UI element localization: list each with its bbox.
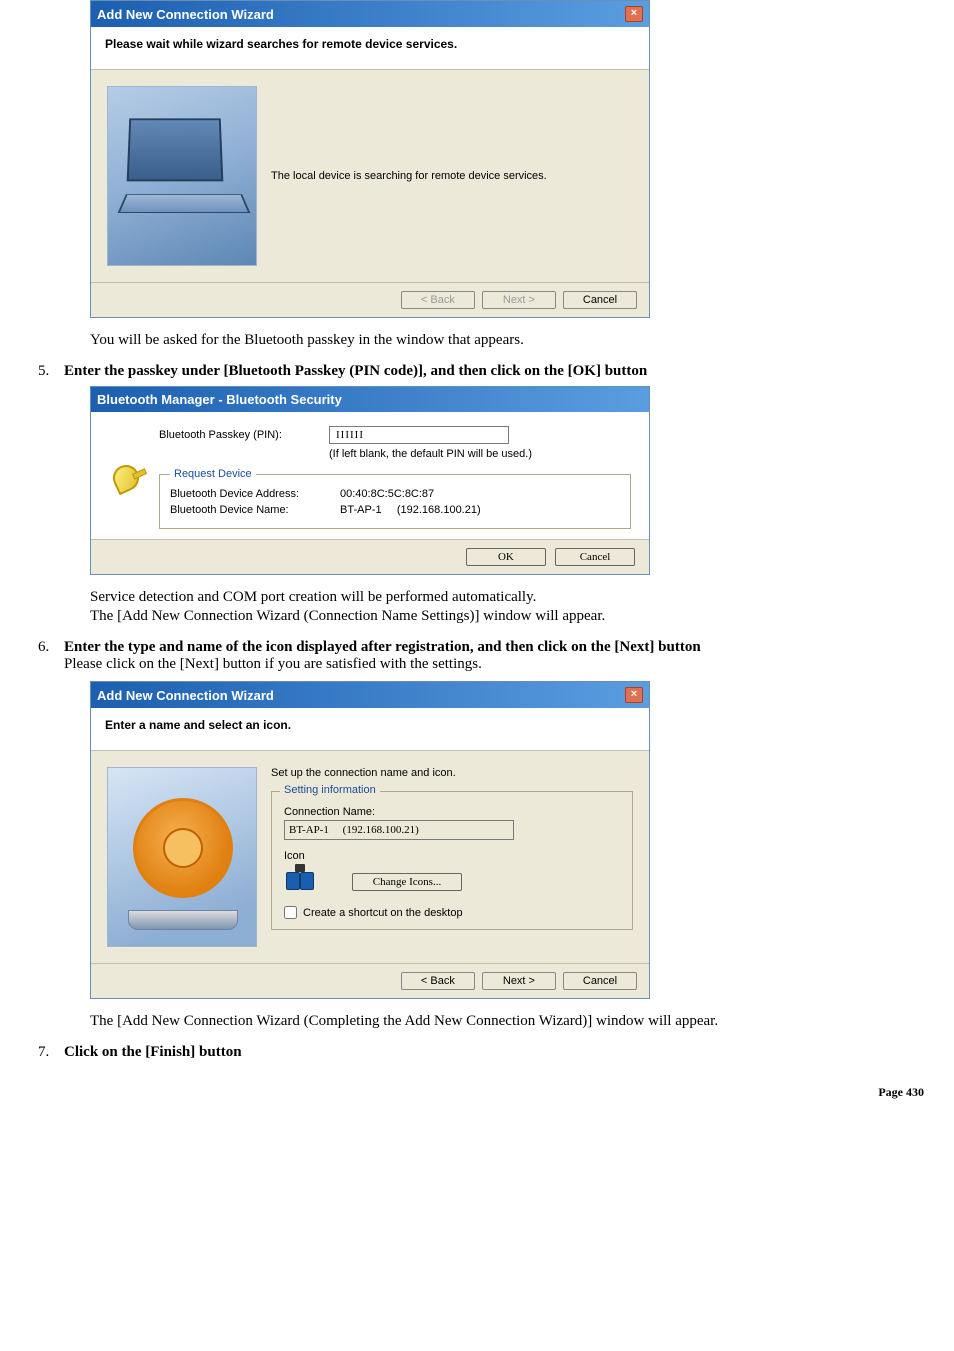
- setting-legend: Setting information: [280, 784, 380, 796]
- device-address-label: Bluetooth Device Address:: [170, 488, 340, 500]
- request-device-group: Request Device Bluetooth Device Address:…: [159, 468, 631, 529]
- paragraph: Service detection and COM port creation …: [90, 589, 924, 606]
- device-address-value: 00:40:8C:5C:8C:87: [340, 488, 434, 500]
- ok-button[interactable]: OK: [466, 548, 546, 566]
- close-icon[interactable]: ×: [625, 6, 643, 22]
- passkey-hint: (If left blank, the default PIN will be …: [329, 448, 631, 460]
- connection-icon: [284, 868, 318, 896]
- back-button[interactable]: < Back: [401, 972, 475, 990]
- shortcut-checkbox-row[interactable]: Create a shortcut on the desktop: [284, 906, 620, 919]
- key-icon: [109, 459, 149, 499]
- search-status-text: The local device is searching for remote…: [271, 170, 547, 182]
- search-wizard-dialog: Add New Connection Wizard × Please wait …: [90, 0, 650, 318]
- device-name-value: BT-AP-1 (192.168.100.21): [340, 504, 481, 516]
- step-7: 7. Click on the [Finish] button: [38, 1044, 924, 1061]
- change-icons-button[interactable]: Change Icons...: [352, 873, 462, 891]
- connection-name-label: Connection Name:: [284, 806, 620, 818]
- passkey-input[interactable]: [329, 426, 509, 444]
- name-icon-wizard-dialog: Add New Connection Wizard × Enter a name…: [90, 681, 650, 999]
- dialog-footer: < Back Next > Cancel: [91, 963, 649, 998]
- security-footer: OK Cancel: [91, 539, 649, 574]
- device-name-label: Bluetooth Device Name:: [170, 504, 340, 516]
- paragraph: The [Add New Connection Wizard (Connecti…: [90, 608, 924, 625]
- dialog-subheader: Please wait while wizard searches for re…: [91, 27, 649, 70]
- speaker-illustration: [107, 767, 257, 947]
- connection-name-input[interactable]: [284, 820, 514, 840]
- request-device-legend: Request Device: [170, 468, 256, 480]
- security-title: Bluetooth Manager - Bluetooth Security: [97, 392, 342, 407]
- step-number: 7.: [38, 1044, 64, 1061]
- close-icon[interactable]: ×: [625, 687, 643, 703]
- dialog-title: Add New Connection Wizard: [97, 7, 274, 22]
- setting-information-group: Setting information Connection Name: Ico…: [271, 791, 633, 930]
- instruction-text: Set up the connection name and icon.: [271, 767, 633, 779]
- laptop-illustration: [107, 86, 257, 266]
- step-5: 5. Enter the passkey under [Bluetooth Pa…: [38, 363, 924, 380]
- search-header-text: Please wait while wizard searches for re…: [105, 37, 635, 51]
- step-6: 6. Enter the type and name of the icon d…: [38, 639, 924, 673]
- paragraph: The [Add New Connection Wizard (Completi…: [90, 1013, 924, 1030]
- step-6-bold: Enter the type and name of the icon disp…: [64, 639, 701, 655]
- cancel-button[interactable]: Cancel: [563, 291, 637, 309]
- bluetooth-security-dialog: Bluetooth Manager - Bluetooth Security B…: [90, 386, 650, 575]
- security-title-bar: Bluetooth Manager - Bluetooth Security: [91, 387, 649, 412]
- step-6-plain: Please click on the [Next] button if you…: [64, 656, 482, 672]
- shortcut-checkbox[interactable]: [284, 906, 297, 919]
- passkey-label: Bluetooth Passkey (PIN):: [159, 429, 329, 441]
- step-number: 5.: [38, 363, 64, 380]
- dialog-title-bar: Add New Connection Wizard ×: [91, 682, 649, 708]
- page-number: Page 430: [30, 1085, 924, 1100]
- next-button[interactable]: Next >: [482, 972, 556, 990]
- next-button: Next >: [482, 291, 556, 309]
- step-number: 6.: [38, 639, 64, 673]
- shortcut-label: Create a shortcut on the desktop: [303, 907, 463, 919]
- dialog-title: Add New Connection Wizard: [97, 688, 274, 703]
- back-button: < Back: [401, 291, 475, 309]
- cancel-button[interactable]: Cancel: [555, 548, 635, 566]
- paragraph: You will be asked for the Bluetooth pass…: [90, 332, 924, 349]
- name-header-text: Enter a name and select an icon.: [105, 718, 635, 732]
- cancel-button[interactable]: Cancel: [563, 972, 637, 990]
- dialog-footer: < Back Next > Cancel: [91, 282, 649, 317]
- step-7-text: Click on the [Finish] button: [64, 1044, 242, 1060]
- icon-label: Icon: [284, 850, 620, 862]
- step-5-text: Enter the passkey under [Bluetooth Passk…: [64, 363, 647, 379]
- dialog-subheader: Enter a name and select an icon.: [91, 708, 649, 751]
- dialog-title-bar: Add New Connection Wizard ×: [91, 1, 649, 27]
